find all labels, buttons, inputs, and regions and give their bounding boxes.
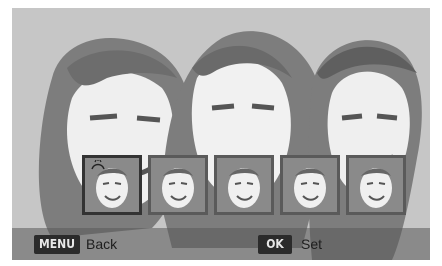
face-thumbnail-5[interactable] xyxy=(346,155,406,215)
camera-screen: MENU Back OK Set xyxy=(12,8,430,260)
smile-icon xyxy=(91,160,105,170)
face-thumbnail-image xyxy=(217,158,271,212)
face-thumbnail-2[interactable] xyxy=(148,155,208,215)
face-thumbnail-strip xyxy=(12,155,430,223)
face-thumbnail-image xyxy=(283,158,337,212)
face-thumbnail-image xyxy=(151,158,205,212)
menu-key-badge[interactable]: MENU xyxy=(34,235,80,254)
face-thumbnail-1[interactable] xyxy=(82,155,142,215)
face-thumbnail-4[interactable] xyxy=(280,155,340,215)
face-thumbnail-3[interactable] xyxy=(214,155,274,215)
face-thumbnail-image xyxy=(349,158,403,212)
back-label: Back xyxy=(86,236,118,252)
bottom-control-bar: MENU Back OK Set xyxy=(12,228,430,260)
set-label: Set xyxy=(301,236,323,252)
ok-key-badge[interactable]: OK xyxy=(258,235,292,254)
